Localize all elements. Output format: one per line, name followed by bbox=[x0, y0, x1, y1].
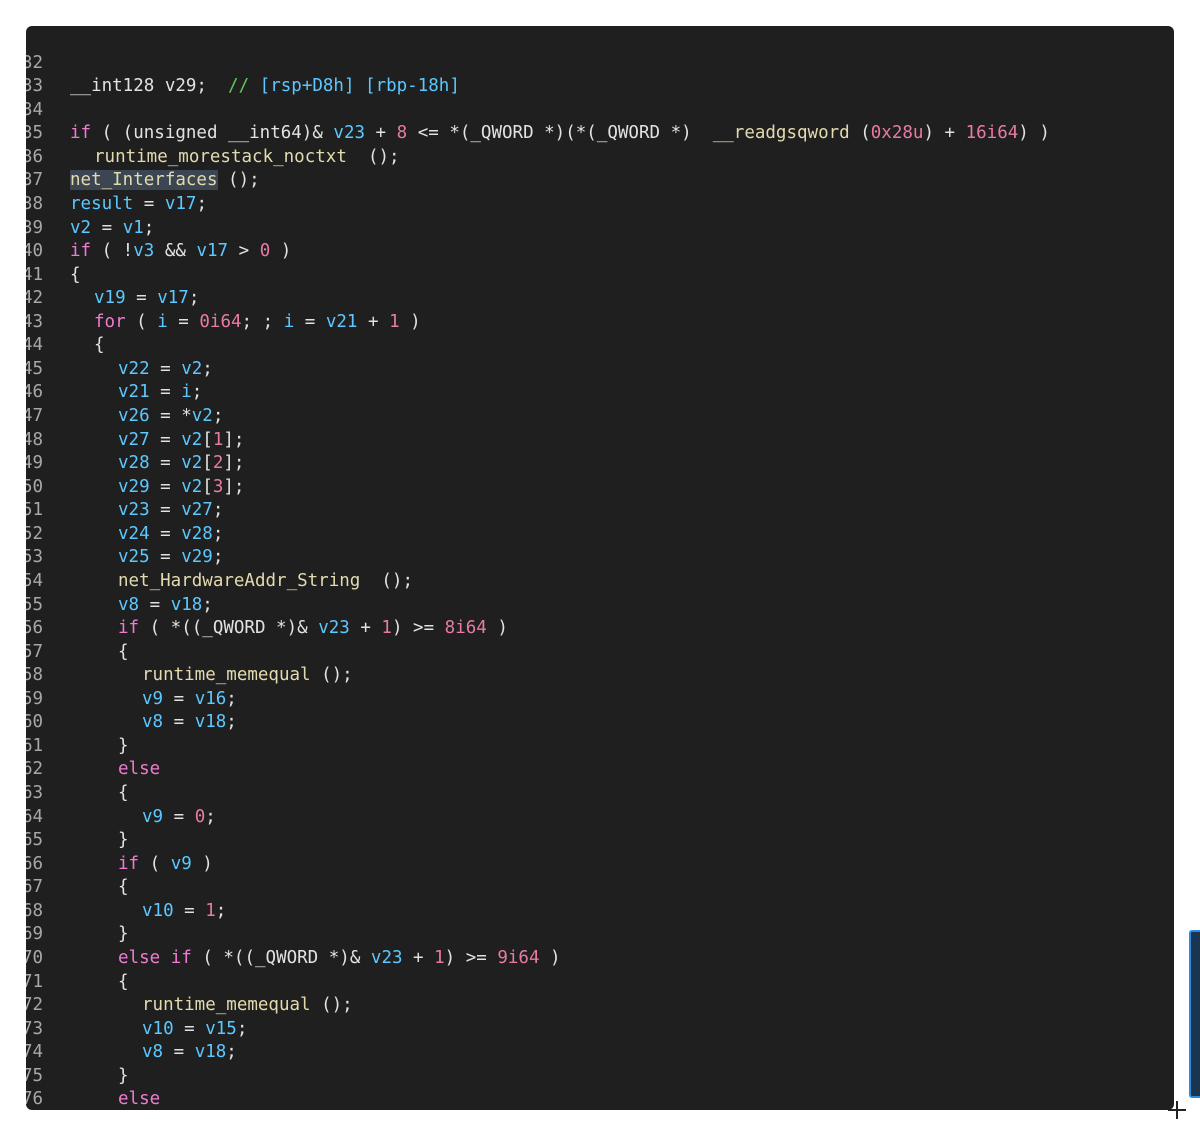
code-line[interactable]: 44 v22 = v2; bbox=[26, 311, 1174, 379]
code-line[interactable]: 65 if ( v9 ) bbox=[26, 806, 1174, 874]
code-line[interactable]: 57 runtime_memequal (); bbox=[26, 617, 1174, 686]
crosshair-cursor-icon bbox=[1168, 1101, 1186, 1119]
code-line[interactable]: 52 v25 = v29; bbox=[26, 499, 1174, 568]
code-line[interactable]: 77 v10 = 0; bbox=[26, 1088, 1174, 1110]
code-line[interactable]: 68 } bbox=[26, 876, 1174, 945]
code-view: 32 __int128 v29; // [rsp+D8h] [rbp-18h] … bbox=[26, 28, 1174, 1110]
code-line[interactable]: 48 v28 = v2[2]; bbox=[26, 405, 1174, 474]
code-line[interactable]: 75 else bbox=[26, 1041, 1174, 1110]
code-line[interactable]: 69 else if ( *((_QWORD *)& v23 + 1) >= 9… bbox=[26, 900, 1174, 968]
code-line[interactable]: 56 { bbox=[26, 594, 1174, 662]
code-line[interactable]: 61 else bbox=[26, 711, 1174, 780]
code-line[interactable]: 37 result = v17; bbox=[26, 146, 1174, 214]
code-line[interactable]: 55 if ( *((_QWORD *)& v23 + 1) >= 8i64 ) bbox=[26, 570, 1174, 639]
code-line[interactable]: 46 v26 = *v2; bbox=[26, 358, 1174, 426]
code-line[interactable]: 34 if ( (unsigned __int64)& v23 + 8 <= *… bbox=[26, 75, 1174, 144]
code-line[interactable]: 51 v24 = v28; bbox=[26, 476, 1174, 544]
code-line[interactable]: 76 { bbox=[26, 1065, 1174, 1109]
code-line[interactable]: 58 v9 = v16; bbox=[26, 641, 1174, 709]
code-line[interactable]: 60 } bbox=[26, 688, 1174, 756]
code-line[interactable]: 39 if ( !v3 && v17 > 0 ) bbox=[26, 193, 1174, 262]
code-line[interactable]: 74 } bbox=[26, 1018, 1174, 1086]
code-line[interactable]: 33 bbox=[26, 52, 1174, 96]
code-line[interactable]: 54 v8 = v18; bbox=[26, 546, 1174, 615]
code-line[interactable]: 42 for ( i = 0i64; ; i = v21 + 1 ) bbox=[26, 264, 1174, 332]
code-line[interactable]: 71 runtime_memequal (); bbox=[26, 947, 1174, 1016]
screenshot-stage: 32 __int128 v29; // [rsp+D8h] [rbp-18h] … bbox=[0, 0, 1200, 1135]
code-line[interactable]: 64 } bbox=[26, 782, 1174, 851]
code-line[interactable]: 36 net_Interfaces (); bbox=[26, 122, 1174, 191]
code-line[interactable]: 38 v2 = v1; bbox=[26, 169, 1174, 238]
code-line[interactable]: 70 { bbox=[26, 923, 1174, 992]
code-line[interactable]: 49 v29 = v2[3]; bbox=[26, 429, 1174, 497]
code-line[interactable]: 63 v9 = 0; bbox=[26, 758, 1174, 827]
code-line[interactable]: 59 v8 = v18; bbox=[26, 664, 1174, 733]
code-line[interactable]: 43 { bbox=[26, 287, 1174, 356]
code-line[interactable]: 45 v21 = i; bbox=[26, 334, 1174, 403]
code-editor[interactable]: 32 __int128 v29; // [rsp+D8h] [rbp-18h] … bbox=[26, 26, 1174, 1110]
code-line[interactable]: 67 v10 = 1; bbox=[26, 853, 1174, 921]
code-line[interactable]: 72 v10 = v15; bbox=[26, 971, 1174, 1039]
code-line[interactable]: 73 v8 = v18; bbox=[26, 994, 1174, 1063]
code-line[interactable]: 53 net_HardwareAddr_String (); bbox=[26, 523, 1174, 591]
code-line[interactable]: 47 v27 = v2[1]; bbox=[26, 381, 1174, 450]
code-line[interactable]: 66 { bbox=[26, 829, 1174, 898]
code-line[interactable]: 62 { bbox=[26, 735, 1174, 803]
adjacent-window-edge[interactable] bbox=[1189, 930, 1200, 1098]
code-line[interactable]: 50 v23 = v27; bbox=[26, 452, 1174, 521]
code-line[interactable]: 41 v19 = v17; bbox=[26, 240, 1174, 309]
code-line[interactable]: 40 { bbox=[26, 217, 1174, 285]
code-line[interactable]: 32 __int128 v29; // [rsp+D8h] [rbp-18h] bbox=[26, 28, 1174, 97]
code-line[interactable]: 35 runtime_morestack_noctxt (); bbox=[26, 99, 1174, 167]
